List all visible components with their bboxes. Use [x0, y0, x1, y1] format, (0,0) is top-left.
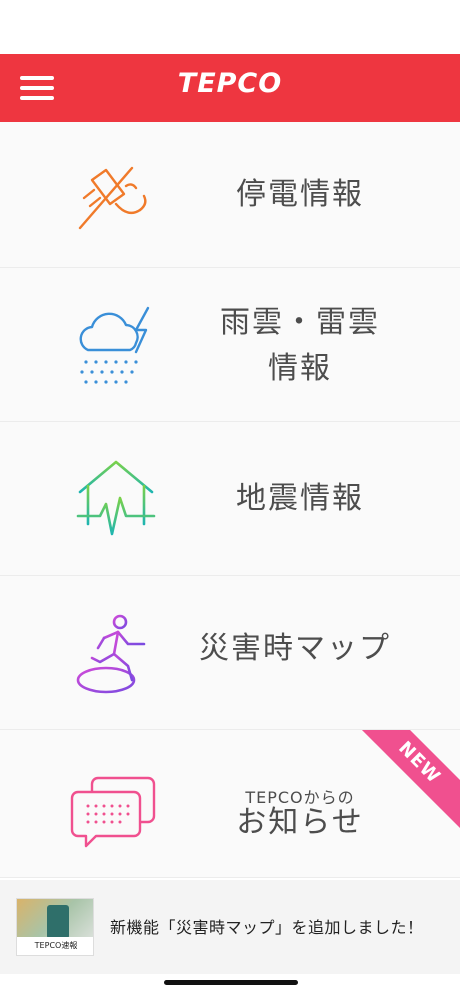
- menu-item-label-line2: 情報: [268, 351, 332, 386]
- tepco-logo: TEPCO: [177, 68, 283, 99]
- menu-item-earthquake[interactable]: 地震情報: [0, 422, 460, 576]
- thumbnail-caption: TEPCO速報: [17, 937, 93, 955]
- message-bubbles-icon: [70, 776, 156, 848]
- menu-item-disaster-map[interactable]: 災害時マップ: [0, 576, 460, 730]
- menu-item-label: 地震情報: [236, 481, 364, 516]
- power-outage-plug-icon: [78, 166, 147, 230]
- menu-item-rain-thunder[interactable]: 雨雲・雷雲 情報: [0, 268, 460, 422]
- rain-thunder-cloud-icon: [79, 306, 150, 384]
- announcement-banner[interactable]: TEPCO速報 新機能「災害時マップ」を追加しました！: [0, 880, 460, 974]
- phone-image: [47, 905, 69, 939]
- status-bar: [0, 0, 460, 54]
- menu-item-label: 災害時マップ: [199, 631, 391, 666]
- app-header: TEPCO: [0, 54, 460, 122]
- menu-item-label: 雨雲・雷雲 情報: [180, 300, 420, 392]
- menu-item-notices[interactable]: TEPCOからの お知らせ NEW: [0, 730, 460, 878]
- evacuation-runner-icon: [76, 614, 146, 694]
- banner-thumbnail: TEPCO速報: [16, 898, 94, 956]
- menu-item-label: お知らせ: [236, 805, 364, 840]
- menu-item-label: 停電情報: [236, 177, 364, 212]
- earthquake-house-icon: [76, 460, 156, 536]
- menu-item-label-line1: 雨雲・雷雲: [220, 305, 380, 340]
- menu-item-power-outage[interactable]: 停電情報: [0, 122, 460, 268]
- home-indicator: [164, 980, 298, 985]
- banner-text: 新機能「災害時マップ」を追加しました！: [110, 918, 424, 937]
